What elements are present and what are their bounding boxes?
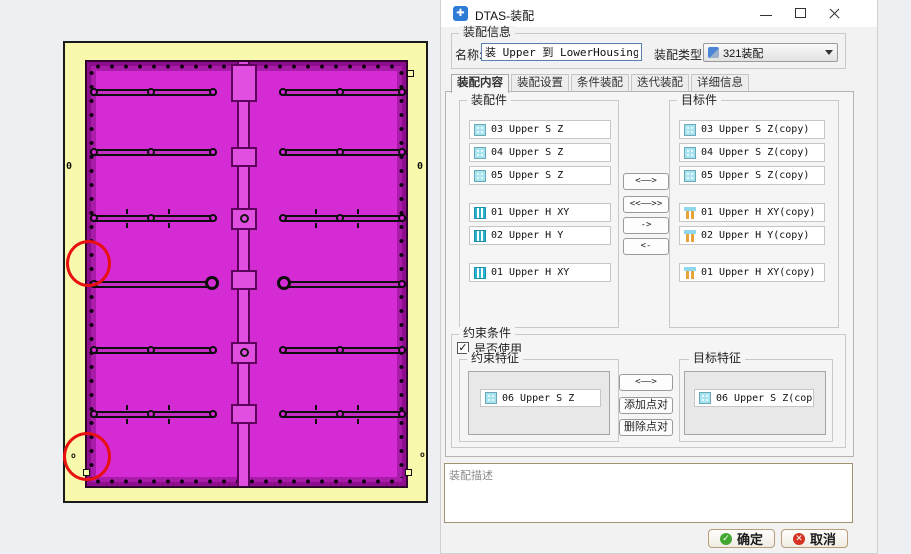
assembly-type-select[interactable]: 321装配 [703, 43, 838, 62]
surface-feature-icon [474, 169, 486, 182]
assembly-rod [279, 405, 406, 424]
assembly-info-group-label: 装配信息 [459, 26, 516, 39]
spine-node [231, 64, 257, 102]
minimize-button[interactable] [754, 3, 780, 23]
assembly-type-value: 321装配 [723, 47, 764, 60]
surface-feature-icon [684, 146, 696, 159]
hole-feature-icon [474, 229, 486, 242]
source-list-item[interactable]: 01 Upper H XY [469, 203, 611, 222]
constraint-group-label: 约束条件 [459, 327, 516, 340]
assembly-rod [90, 276, 219, 290]
assembly-rod [90, 346, 217, 354]
spine-node [231, 404, 257, 424]
hole-feature-icon [474, 266, 486, 279]
link-all-double-button[interactable]: <<——>> [623, 196, 669, 213]
link-all-button[interactable]: <——> [623, 173, 669, 190]
assembly-rod [279, 346, 406, 354]
move-left-button[interactable]: <- [623, 238, 669, 255]
pin-feature-icon [684, 266, 696, 279]
pin-feature-icon [684, 229, 696, 242]
target-list-item[interactable]: 04 Upper S Z(copy) [679, 143, 825, 162]
pin-feature-icon [684, 206, 696, 219]
tab-assembly-content[interactable]: 装配内容 [451, 74, 509, 93]
assembly-rod [90, 209, 217, 228]
red-annotation-circle-bottom [63, 432, 111, 481]
surface-feature-icon [684, 123, 696, 136]
corner-handle-top-right [407, 70, 414, 77]
source-list-item[interactable]: 01 Upper H XY [469, 263, 611, 282]
surface-feature-icon [474, 123, 486, 136]
app-icon: ✚ [453, 6, 468, 21]
maximize-button[interactable] [788, 3, 814, 23]
source-parts-group-label: 装配件 [467, 94, 512, 107]
constraint-feature-group-label: 约束特征 [467, 352, 524, 365]
assembly-rod [90, 148, 217, 156]
surface-feature-icon [684, 169, 696, 182]
maximize-icon [795, 8, 806, 18]
assembly-rod [279, 88, 406, 96]
window-title: DTAS-装配 [475, 9, 535, 23]
spine-node [231, 342, 257, 364]
source-list-item[interactable]: 02 Upper H Y [469, 226, 611, 245]
assembly-rod [277, 276, 406, 290]
window-titlebar: ✚ DTAS-装配 [441, 0, 877, 27]
add-point-pair-button[interactable]: 添加点对 [619, 397, 673, 414]
spine-node [231, 147, 257, 167]
zero-marker-left: 0 [66, 161, 73, 172]
close-button[interactable] [822, 3, 848, 23]
dropdown-arrow-icon [825, 50, 833, 55]
move-right-button[interactable]: -> [623, 217, 669, 234]
tab-assembly-settings[interactable]: 装配设置 [511, 74, 569, 92]
ok-button[interactable]: ✓ 确定 [708, 529, 775, 548]
surface-feature-icon [474, 146, 486, 159]
spine-node [231, 208, 257, 230]
assembly-rod [279, 209, 406, 228]
assembly-rod [279, 148, 406, 156]
surface-feature-icon [699, 392, 711, 404]
constraint-link-button[interactable]: <——> [619, 374, 673, 391]
assembly-rod [90, 88, 217, 96]
spine-node [231, 270, 257, 290]
constraint-target-item[interactable]: 06 Upper S Z(copy) [694, 389, 814, 407]
hole-feature-icon [474, 206, 486, 219]
minimize-icon [760, 15, 772, 16]
target-list-item[interactable]: 01 Upper H XY(copy) [679, 203, 825, 222]
corner-handle-bottom-right [405, 469, 412, 476]
description-textarea[interactable] [444, 463, 853, 523]
surface-feature-icon [485, 392, 497, 404]
cancel-button[interactable]: ✕ 取消 [781, 529, 848, 548]
target-list-item[interactable]: 03 Upper S Z(copy) [679, 120, 825, 139]
name-input[interactable] [481, 43, 642, 61]
cad-bars-layer [87, 62, 406, 486]
red-annotation-circle-middle [66, 240, 111, 287]
target-list-item[interactable]: 02 Upper H Y(copy) [679, 226, 825, 245]
tab-conditional-assembly[interactable]: 条件装配 [571, 74, 629, 92]
delete-point-pair-button[interactable]: 删除点对 [619, 419, 673, 436]
dtas-assembly-dialog: ✚ DTAS-装配 装配信息 名称: 装配类型: 321装配 装配内容 装配设置… [440, 0, 878, 554]
source-list-item[interactable]: 05 Upper S Z [469, 166, 611, 185]
target-list-item[interactable]: 05 Upper S Z(copy) [679, 166, 825, 185]
name-label: 名称: [455, 48, 483, 62]
target-feature-group-label: 目标特征 [689, 352, 746, 365]
tab-details[interactable]: 详细信息 [691, 74, 749, 92]
assembly-rod [90, 405, 217, 424]
type-label: 装配类型: [654, 48, 706, 62]
source-list-item[interactable]: 04 Upper S Z [469, 143, 611, 162]
target-list-item[interactable]: 01 Upper H XY(copy) [679, 263, 825, 282]
321-assembly-icon [708, 47, 719, 58]
ok-check-icon: ✓ [719, 532, 732, 545]
target-parts-group-label: 目标件 [677, 94, 722, 107]
cad-viewport[interactable]: 0 0 o o [63, 41, 428, 503]
source-list-item[interactable]: 03 Upper S Z [469, 120, 611, 139]
cancel-x-icon: ✕ [792, 532, 805, 545]
tab-iterative-assembly[interactable]: 迭代装配 [631, 74, 689, 92]
cad-panel [85, 60, 408, 488]
zero-marker-right: 0 [417, 161, 424, 172]
constraint-source-item[interactable]: 06 Upper S Z [480, 389, 601, 407]
origin-marker-right: o [420, 450, 425, 459]
